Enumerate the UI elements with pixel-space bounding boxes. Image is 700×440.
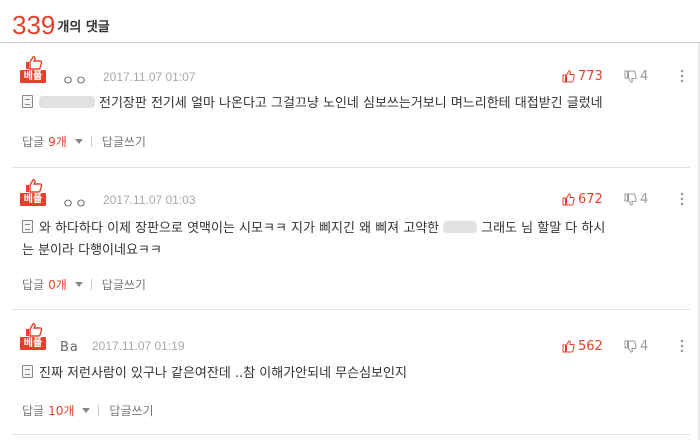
comment-item-2: 베플 ㅇㅇ 2017.11.07 01:03 672 4 와 하다하다 이제 장… xyxy=(0,168,700,310)
comment-author[interactable]: ㅇㅇ xyxy=(62,193,88,212)
dislike-count: 4 xyxy=(640,339,649,354)
header-divider xyxy=(0,42,700,43)
chevron-down-icon[interactable] xyxy=(82,408,91,413)
comment-text-line: 진짜 저런사람이 있구나 같은여잔데 ..참 이해가안되네 무슨심보인지 xyxy=(39,366,407,381)
comments-header: 339 개의 댓글 xyxy=(12,4,110,40)
reply-label[interactable]: 답글 xyxy=(22,402,44,419)
comment-divider xyxy=(12,434,690,435)
thumb-up-icon xyxy=(562,70,575,83)
chevron-down-icon[interactable] xyxy=(74,139,83,144)
redacted-text xyxy=(39,96,95,108)
reply-bar: 답글 9개 답글쓰기 xyxy=(22,133,146,150)
more-vertical-icon[interactable] xyxy=(676,338,688,354)
reply-bar: 답글 0개 답글쓰기 xyxy=(22,276,146,293)
reply-count[interactable]: 9개 xyxy=(48,133,67,150)
best-label: 베플 xyxy=(20,337,46,350)
comment-text-line: 와 하다하다 이제 장판으로 엿맥이는 시모ㅋㅋ 지가 삐지긴 왜 삐져 고약한 xyxy=(39,221,440,236)
dislike-button[interactable]: 4 xyxy=(624,69,648,84)
comment-text-row: 는 분이라 다행이네요ㅋㅋ xyxy=(22,240,680,262)
best-badge: 베플 xyxy=(20,56,46,83)
like-button[interactable]: 672 xyxy=(562,192,603,207)
thumb-up-icon xyxy=(562,193,575,206)
comment-date: 2017.11.07 01:07 xyxy=(103,70,196,84)
comment-count: 339 xyxy=(12,10,56,40)
comment-body: 전기장판 전기세 얼마 나온다고 그걸끄냥 노인네 심보쓰는거보니 며느리한테 … xyxy=(22,93,680,115)
comment-item-3: 베플 Ba 2017.11.07 01:19 562 4 진짜 저런사람이 있구… xyxy=(0,310,700,435)
write-reply-button[interactable]: 답글쓰기 xyxy=(109,402,153,419)
like-count: 672 xyxy=(578,192,603,207)
like-button[interactable]: 562 xyxy=(562,339,603,354)
document-icon xyxy=(22,220,33,233)
comment-body: 진짜 저런사람이 있구나 같은여잔데 ..참 이해가안되네 무슨심보인지 xyxy=(22,363,680,385)
thumb-up-icon xyxy=(26,323,43,337)
thumb-down-icon xyxy=(624,340,637,353)
comment-text-line: 전기장판 전기세 얼마 나온다고 그걸끄냥 노인네 심보쓰는거보니 며느리한테 … xyxy=(99,96,603,111)
comment-author[interactable]: Ba xyxy=(60,340,79,355)
comment-text-line: 그래도 님 할말 다 하시 xyxy=(481,221,606,236)
more-vertical-icon[interactable] xyxy=(676,68,688,84)
best-badge: 베플 xyxy=(20,179,46,206)
reply-label[interactable]: 답글 xyxy=(22,276,44,293)
divider xyxy=(98,405,100,416)
divider xyxy=(90,136,92,147)
comment-count-suffix: 개의 댓글 xyxy=(57,20,110,35)
thumb-down-icon xyxy=(624,193,637,206)
comment-text-line: 는 분이라 다행이네요ㅋㅋ xyxy=(22,243,162,258)
chevron-down-icon[interactable] xyxy=(74,282,83,287)
best-badge: 베플 xyxy=(20,323,46,350)
dislike-count: 4 xyxy=(640,192,649,207)
dislike-button[interactable]: 4 xyxy=(624,339,648,354)
dislike-button[interactable]: 4 xyxy=(624,192,648,207)
best-label: 베플 xyxy=(20,193,46,206)
more-vertical-icon[interactable] xyxy=(676,191,688,207)
thumb-up-icon xyxy=(26,179,43,193)
like-count: 562 xyxy=(578,339,603,354)
thumb-up-icon xyxy=(562,340,575,353)
divider xyxy=(90,279,92,290)
reply-count[interactable]: 10개 xyxy=(48,402,74,419)
write-reply-button[interactable]: 답글쓰기 xyxy=(102,133,146,150)
comment-date: 2017.11.07 01:03 xyxy=(103,193,196,207)
best-label: 베플 xyxy=(20,70,46,83)
document-icon xyxy=(22,95,33,108)
reply-count[interactable]: 0개 xyxy=(48,276,67,293)
write-reply-button[interactable]: 답글쓰기 xyxy=(102,276,146,293)
comment-item-1: 베플 ㅇㅇ 2017.11.07 01:07 773 4 전기장판 전기세 얼마… xyxy=(0,50,700,168)
dislike-count: 4 xyxy=(640,69,649,84)
document-icon xyxy=(22,365,33,378)
reply-bar: 답글 10개 답글쓰기 xyxy=(22,402,154,419)
reply-label[interactable]: 답글 xyxy=(22,133,44,150)
comment-author[interactable]: ㅇㅇ xyxy=(62,70,88,89)
comment-body: 와 하다하다 이제 장판으로 엿맥이는 시모ㅋㅋ 지가 삐지긴 왜 삐져 고약한… xyxy=(22,218,680,262)
redacted-text xyxy=(443,221,478,233)
thumb-up-icon xyxy=(26,56,43,70)
comment-text-row: 와 하다하다 이제 장판으로 엿맥이는 시모ㅋㅋ 지가 삐지긴 왜 삐져 고약한… xyxy=(22,218,680,240)
thumb-down-icon xyxy=(624,70,637,83)
like-count: 773 xyxy=(578,69,603,84)
comment-date: 2017.11.07 01:19 xyxy=(92,339,185,353)
like-button[interactable]: 773 xyxy=(562,69,603,84)
